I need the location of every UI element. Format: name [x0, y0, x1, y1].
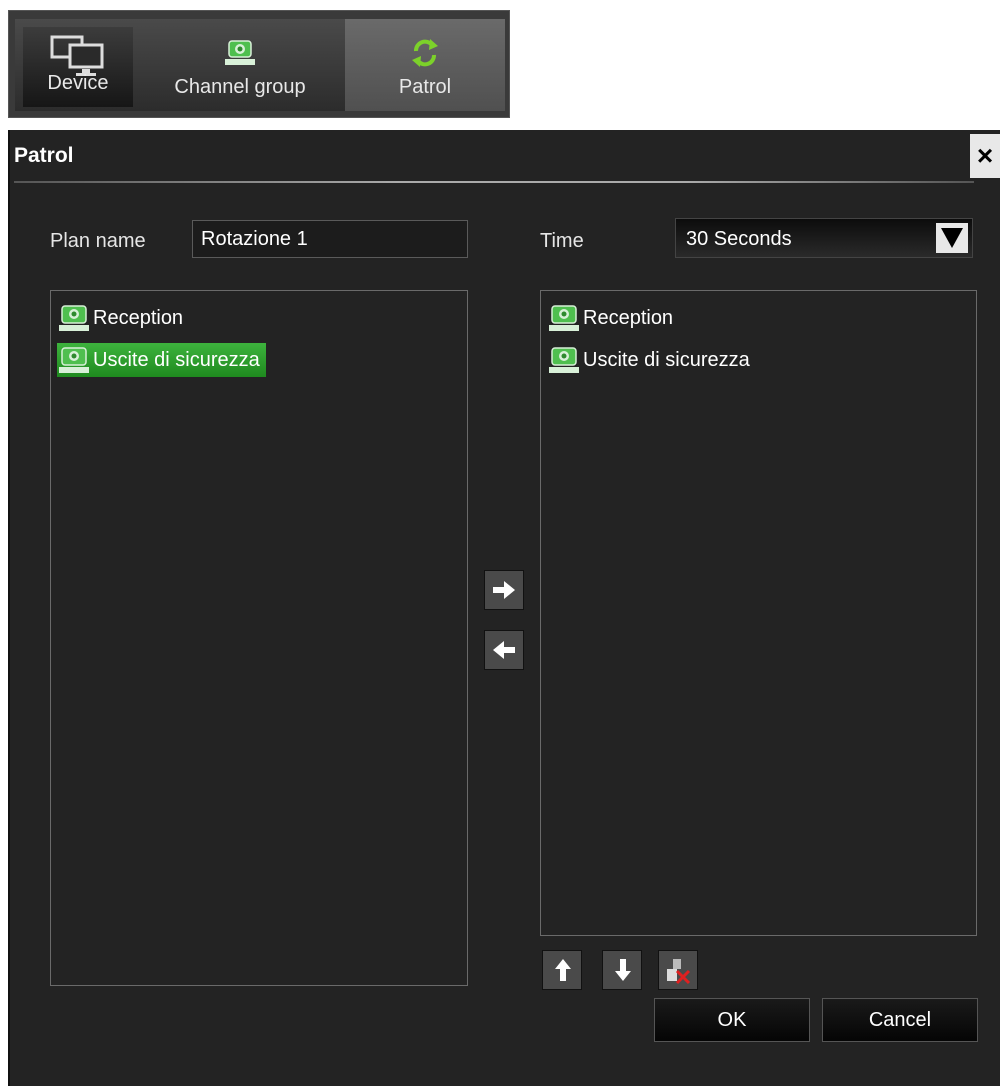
camera-group-icon [549, 305, 579, 331]
monitor-icon [50, 35, 104, 76]
list-item-label: Reception [583, 306, 674, 329]
ok-button[interactable]: OK [654, 998, 810, 1042]
title-divider [14, 181, 974, 183]
arrow-up-icon [555, 959, 571, 981]
time-label: Time [540, 230, 584, 252]
move-up-button[interactable] [542, 950, 582, 990]
tab-device-label: Device [47, 72, 109, 94]
list-item[interactable]: Reception [57, 301, 189, 335]
arrow-right-icon [493, 581, 515, 599]
triangle-down-icon [941, 228, 963, 248]
camera-group-icon [59, 305, 89, 331]
dialog-title-bar: Patrol × [10, 130, 1000, 184]
tab-channel-group[interactable]: Channel group [135, 19, 345, 111]
tab-channel-group-label: Channel group [174, 76, 306, 98]
cancel-button[interactable]: Cancel [822, 998, 978, 1042]
patrol-channels-list[interactable]: Reception Uscite di sicurezza [540, 290, 977, 936]
tab-patrol[interactable]: Patrol [345, 19, 505, 111]
list-item-label: Uscite di sicurezza [583, 348, 750, 371]
tab-strip: Device Channel group Patrol [15, 19, 505, 111]
list-item[interactable]: Reception [547, 301, 679, 335]
tab-patrol-label: Patrol [398, 76, 452, 98]
available-channels-list[interactable]: Reception Uscite di sicurezza [50, 290, 468, 986]
camera-group-icon [549, 347, 579, 373]
delete-button[interactable] [658, 950, 698, 990]
patrol-dialog: Patrol × Plan name Time 30 Seconds Recep… [8, 130, 1000, 1086]
list-item-label: Uscite di sicurezza [93, 348, 260, 371]
top-tab-bar: Device Channel group Patrol [8, 10, 510, 118]
plan-name-input[interactable] [192, 220, 468, 258]
close-button[interactable]: × [970, 134, 1000, 178]
arrow-left-icon [493, 641, 515, 659]
remove-from-patrol-button[interactable] [484, 630, 524, 670]
move-down-button[interactable] [602, 950, 642, 990]
dialog-title: Patrol [14, 144, 74, 167]
list-item[interactable]: Uscite di sicurezza [547, 343, 756, 377]
delete-icon [667, 959, 691, 985]
tab-device[interactable]: Device [23, 27, 133, 107]
plan-name-label: Plan name [50, 230, 146, 252]
time-select[interactable]: 30 Seconds [675, 218, 973, 258]
list-item-selected[interactable]: Uscite di sicurezza [57, 343, 266, 377]
camera-group-icon [59, 347, 89, 373]
list-item-label: Reception [93, 306, 184, 329]
time-select-value: 30 Seconds [686, 228, 792, 250]
add-to-patrol-button[interactable] [484, 570, 524, 610]
channel-group-icon [225, 40, 255, 65]
patrol-refresh-icon [412, 39, 438, 67]
dropdown-arrow-button[interactable] [936, 223, 968, 253]
arrow-down-icon [615, 959, 631, 981]
